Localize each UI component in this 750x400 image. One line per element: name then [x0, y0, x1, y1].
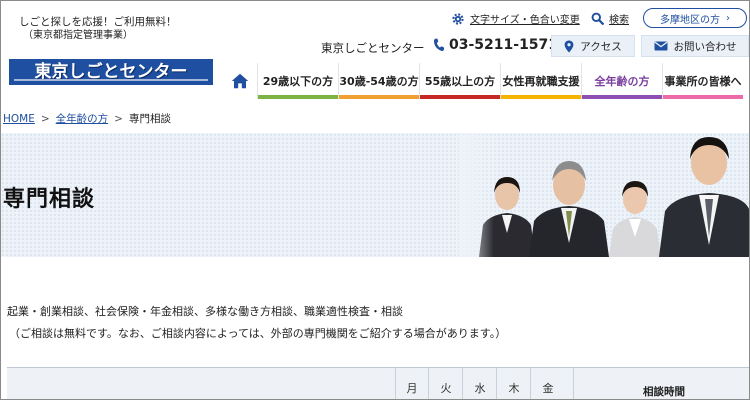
site-logo[interactable]: 東京しごとセンター: [9, 59, 213, 85]
phone-number-text: 03-5211-1571: [449, 37, 559, 53]
page: しごと探しを応援！ご利用無料！ （東京都指定管理事業） 東京しごとセンター 文字…: [0, 0, 750, 400]
column-divider: [395, 368, 396, 399]
day-header: 水: [474, 382, 486, 395]
map-pin-icon: [564, 40, 574, 52]
nav-item-women-reemployment[interactable]: 女性再就職支援: [500, 63, 581, 99]
services-summary: 起業・創業相談、社会保険・年金相談、多様な働き方相談、職業適性検査・相談: [7, 305, 403, 318]
tagline: しごと探しを応援！ご利用無料！ （東京都指定管理事業）: [19, 15, 177, 43]
nav-label: 女性再就職支援: [502, 74, 580, 88]
access-button[interactable]: アクセス: [551, 35, 635, 57]
tagline-sub: （東京都指定管理事業）: [23, 30, 133, 41]
schedule-table-header: 月 火 水 木 金 相談時間: [7, 367, 749, 399]
day-header: 月: [406, 382, 418, 395]
nav-color-bar: [339, 95, 419, 99]
search-link-text[interactable]: 検索: [609, 11, 629, 26]
nav-label: 55歳以上の方: [424, 74, 496, 88]
gear-icon: [452, 12, 464, 25]
breadcrumb-parent[interactable]: 全年齢の方: [56, 111, 109, 126]
column-divider: [496, 368, 497, 399]
tagline-main: しごと探しを応援！ご利用無料！: [19, 16, 177, 28]
nav-item-employers[interactable]: 事業所の皆様へ: [662, 63, 743, 99]
nav-item-all-ages[interactable]: 全年齢の方: [581, 63, 662, 99]
logo-stripe: [14, 79, 208, 81]
home-icon: [231, 73, 249, 89]
breadcrumb-separator: >: [40, 112, 50, 125]
nav-color-bar: [258, 95, 338, 99]
access-label: アクセス: [580, 40, 622, 53]
column-divider: [573, 368, 574, 399]
nav-label: 29歳以下の方: [262, 74, 334, 88]
contact-button[interactable]: お問い合わせ: [641, 35, 749, 57]
org-name: 東京しごとセンター: [321, 41, 425, 55]
day-header: 木: [508, 382, 520, 395]
search-link[interactable]: 検索: [591, 11, 629, 26]
breadcrumb-separator: >: [114, 112, 123, 125]
nav-item-30-54[interactable]: 30歳-54歳の方: [338, 63, 419, 99]
nav-label: 全年齢の方: [594, 74, 650, 88]
search-icon: [591, 12, 604, 25]
nav-color-bar: [420, 95, 500, 99]
staff-photo: [459, 133, 749, 257]
nav-item-55-over[interactable]: 55歳以上の方: [419, 63, 500, 99]
nav-item-29-under[interactable]: 29歳以下の方: [257, 63, 338, 99]
contact-label: お問い合わせ: [673, 40, 737, 53]
page-title: 専門相談: [3, 187, 96, 212]
chevron-right-icon: ›: [726, 12, 730, 24]
nav-color-bar: [501, 95, 581, 99]
hero-banner: 専門相談: [1, 133, 749, 257]
nav-color-bar: [582, 95, 662, 99]
column-divider: [462, 368, 463, 399]
mail-icon: [654, 41, 667, 51]
font-color-settings[interactable]: 文字サイズ・色合い変更: [451, 11, 580, 26]
breadcrumb: HOME > 全年齢の方 > 専門相談: [3, 111, 171, 126]
tama-area-label: 多摩地区の方: [660, 14, 720, 26]
column-divider: [530, 368, 531, 399]
phone-icon: [434, 38, 445, 52]
breadcrumb-home[interactable]: HOME: [3, 113, 35, 125]
day-header: 火: [440, 382, 452, 395]
day-header: 金: [542, 382, 554, 395]
nav-label: 30歳-54歳の方: [339, 74, 419, 88]
services-note: （ご相談は無料です。なお、ご相談内容によっては、外部の専門機関をご紹介する場合が…: [9, 327, 507, 340]
font-color-link[interactable]: 文字サイズ・色合い変更: [470, 11, 580, 26]
tama-area-button[interactable]: 多摩地区の方 ›: [643, 8, 747, 28]
main-nav: 29歳以下の方 30歳-54歳の方 55歳以上の方 女性再就職支援 全年齢の方 …: [223, 63, 743, 99]
column-divider: [428, 368, 429, 399]
nav-color-bar: [663, 95, 743, 99]
hours-header: 相談時間: [643, 386, 685, 398]
nav-home[interactable]: [223, 63, 257, 99]
site-header: しごと探しを応援！ご利用無料！ （東京都指定管理事業） 東京しごとセンター 文字…: [1, 1, 749, 101]
nav-label: 事業所の皆様へ: [664, 74, 742, 88]
phone-number[interactable]: 03-5211-1571: [433, 37, 558, 53]
breadcrumb-current: 専門相談: [128, 113, 171, 125]
